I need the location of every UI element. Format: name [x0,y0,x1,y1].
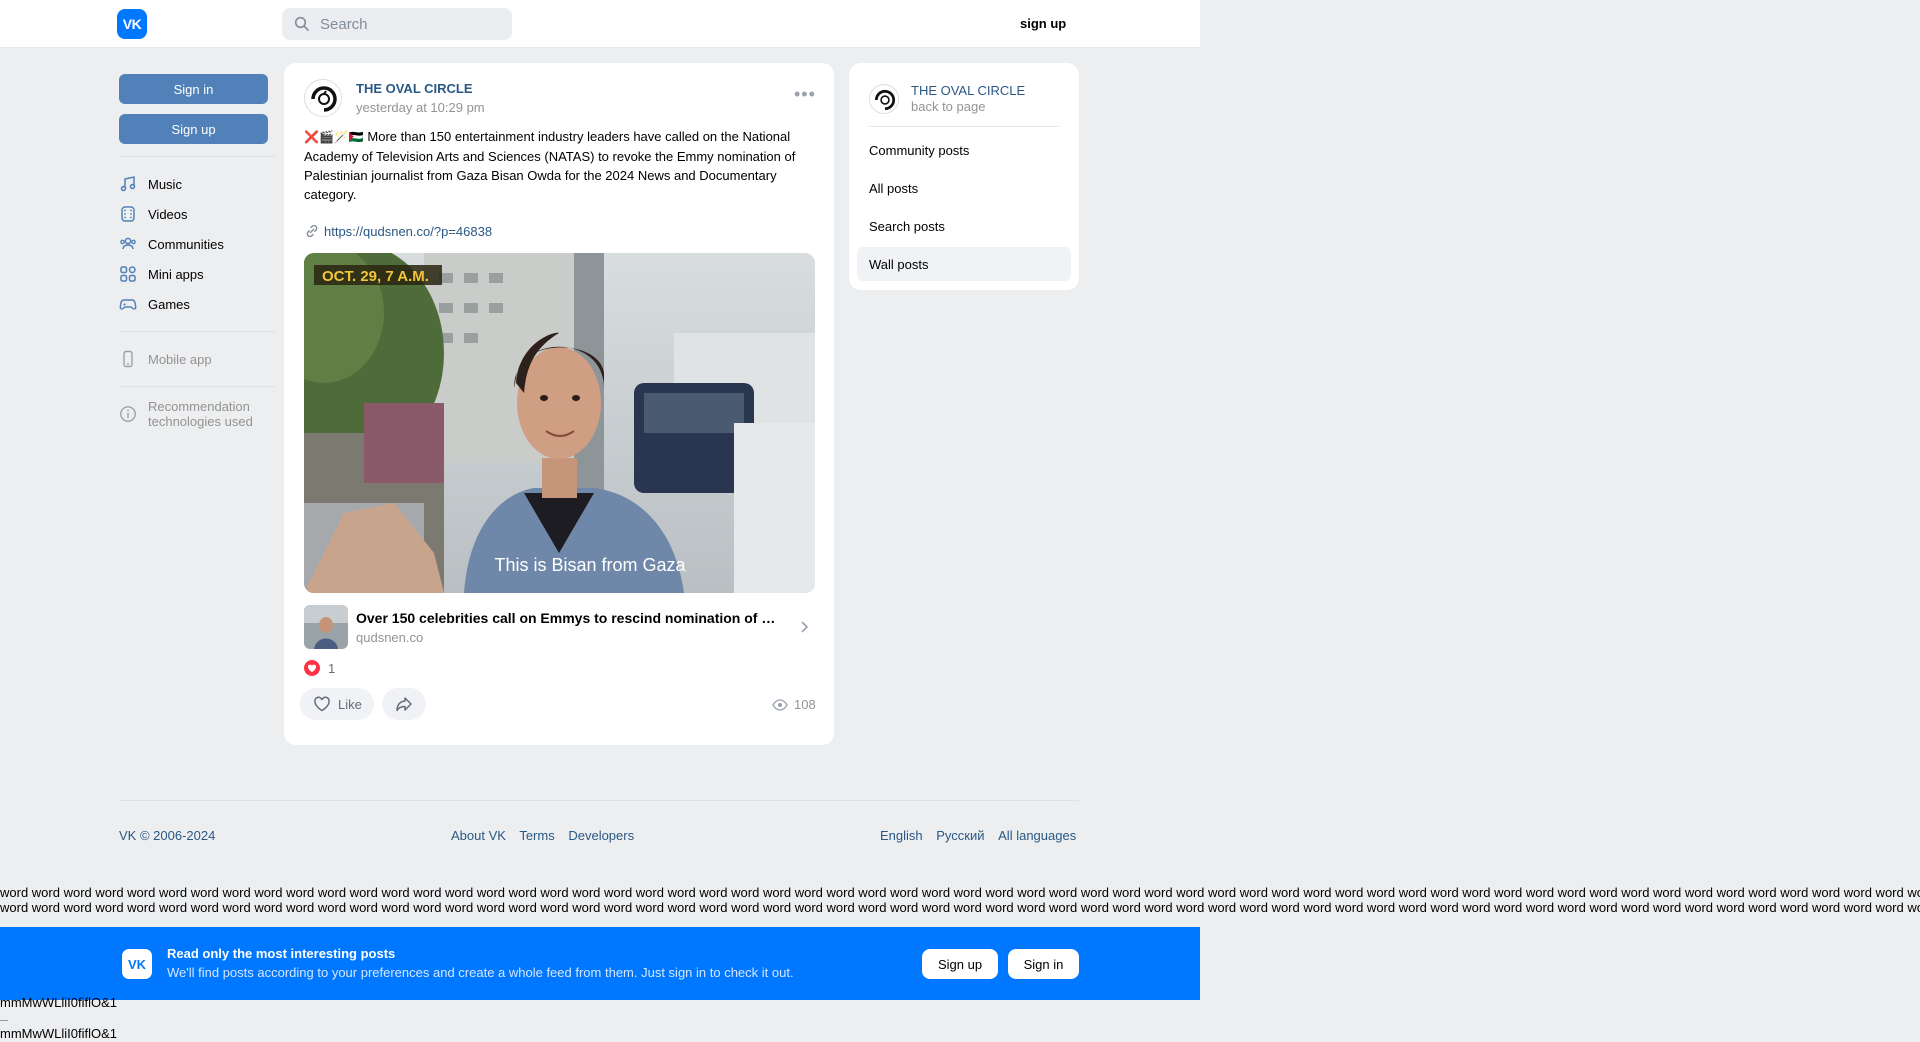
eye-icon [772,698,788,711]
divider [869,126,1059,127]
phone-icon [119,350,137,368]
back-to-community[interactable]: THE OVAL CIRCLE back to page [869,79,1059,119]
like-button[interactable]: Like [300,688,374,720]
banner-subtitle: We'll find posts according to your prefe… [167,965,794,980]
nav-label: Mini apps [148,266,204,282]
post-card: THE OVAL CIRCLE yesterday at 10:29 pm ••… [284,63,834,745]
top-header: VK sign up [0,0,1200,48]
nav-item-mini-apps[interactable]: Mini apps [119,259,275,289]
communities-icon [119,235,137,253]
video-date-overlay: OCT. 29, 7 A.M. [322,268,429,285]
like-label: Like [338,696,362,712]
mini-apps-icon [119,265,137,283]
menu-community-posts[interactable]: Community posts [857,133,1071,167]
snippet-title[interactable]: Over 150 celebrities call on Emmys to re… [356,610,786,626]
views-count: 108 [772,697,816,712]
vk-logo-banner: VK [122,949,152,979]
share-icon [396,697,412,712]
stray-line [0,1020,8,1021]
nav-label: Communities [148,236,224,252]
banner-signin-button[interactable]: Sign in [1008,949,1079,979]
divider [119,156,275,157]
vk-home-link[interactable]: VK © 2006-2024 [119,828,215,843]
signup-button[interactable]: Sign up [119,114,268,144]
nav-label: Mobile app [148,351,212,367]
community-name[interactable]: THE OVAL CIRCLE [911,83,1025,99]
vk-logo[interactable]: VK [117,9,147,39]
divider [119,386,275,387]
snippet-thumbnail [304,605,348,649]
menu-search-posts[interactable]: Search posts [857,209,1071,243]
all-languages-link[interactable]: All languages [998,828,1076,843]
about-link[interactable]: About VK [451,828,506,843]
gamepad-icon [119,295,137,313]
post-external-link[interactable]: https://qudsnen.co/?p=46838 [304,223,492,239]
community-avatar-small [869,84,899,114]
post-author-link[interactable]: THE OVAL CIRCLE [356,81,473,96]
video-thumbnail: OCT. 29, 7 A.M. This is Bisan from Gaza [304,253,815,593]
nav-label: Videos [148,206,188,222]
nav-item-music[interactable]: Music [119,169,275,199]
snippet-domain: qudsnen.co [356,629,424,645]
music-icon [119,175,137,193]
footer-copyright: VK © 2006-2024 [119,828,225,843]
info-icon [119,405,137,423]
signin-button[interactable]: Sign in [119,74,268,104]
banner-title: Read only the most interesting posts [167,946,396,961]
developers-link[interactable]: Developers [568,828,634,843]
nav-item-videos[interactable]: Videos [119,199,275,229]
nav-item-recommendation-tech[interactable]: Recommendation technologies used [119,399,275,429]
search-box[interactable] [282,8,512,40]
search-icon [294,16,309,31]
link-snippet[interactable]: Over 150 celebrities call on Emmys to re… [304,605,815,649]
post-body: More than 150 entertainment industry lea… [304,129,796,202]
chevron-right-icon [801,621,809,633]
back-to-page-label: back to page [911,99,986,114]
community-avatar[interactable] [304,79,342,117]
post-text: ❌🎬🪄🇵🇸 More than 150 entertainment indust… [304,127,824,204]
link-icon [306,224,318,238]
heart-icon [314,696,330,712]
post-link-text[interactable]: https://qudsnen.co/?p=46838 [324,224,492,239]
nav-item-mobile-app[interactable]: Mobile app [119,344,275,374]
views-number: 108 [794,697,816,712]
stray-text: mmMwWLliI0fiflO&1 [0,1026,118,1041]
nav-label: Music [148,176,182,192]
left-sidebar: Sign in Sign up Music Videos Communities… [119,74,275,429]
stray-text: mmMwWLliI0fiflO&1 [0,995,118,1010]
filler-line: word word word word word word word word … [0,900,1920,915]
divider [119,331,275,332]
post-timestamp[interactable]: yesterday at 10:29 pm [356,100,485,115]
recommendation-label: Recommendation technologies used [148,399,253,429]
footer-divider [119,800,1079,801]
lang-russian-link[interactable]: Русский [936,828,984,843]
post-actions: Like [300,688,434,720]
nav-item-communities[interactable]: Communities [119,229,275,259]
terms-link[interactable]: Terms [519,828,554,843]
banner-signup-button[interactable]: Sign up [922,949,998,979]
footer-languages: English Русский All languages [880,828,1076,843]
nav-item-games[interactable]: Games [119,289,275,319]
community-nav-card: THE OVAL CIRCLE back to page Community p… [849,63,1079,290]
video-caption: This is Bisan from Gaza [494,555,686,575]
search-input[interactable] [320,15,500,33]
nav-label: Games [148,296,190,312]
post-video[interactable]: OCT. 29, 7 A.M. This is Bisan from Gaza [304,253,815,593]
reactions[interactable]: 1 [304,660,335,676]
heart-reaction-icon [304,660,320,676]
lang-english-link[interactable]: English [880,828,923,843]
share-button[interactable] [381,688,426,720]
post-emojis: ❌🎬🪄🇵🇸 [304,130,364,144]
reaction-count: 1 [328,660,336,676]
header-signup-link[interactable]: sign up [1020,16,1066,31]
menu-all-posts[interactable]: All posts [857,171,1071,205]
filler-line: word word word word word word word word … [0,885,1920,900]
footer-links: About VK Terms Developers [451,828,644,843]
video-icon [119,205,137,223]
filler-text: word word word word word word word word … [0,885,1920,915]
signup-banner: VK Read only the most interesting posts … [0,927,1200,1000]
more-options-icon[interactable]: ••• [794,85,816,103]
menu-wall-posts[interactable]: Wall posts [857,247,1071,281]
